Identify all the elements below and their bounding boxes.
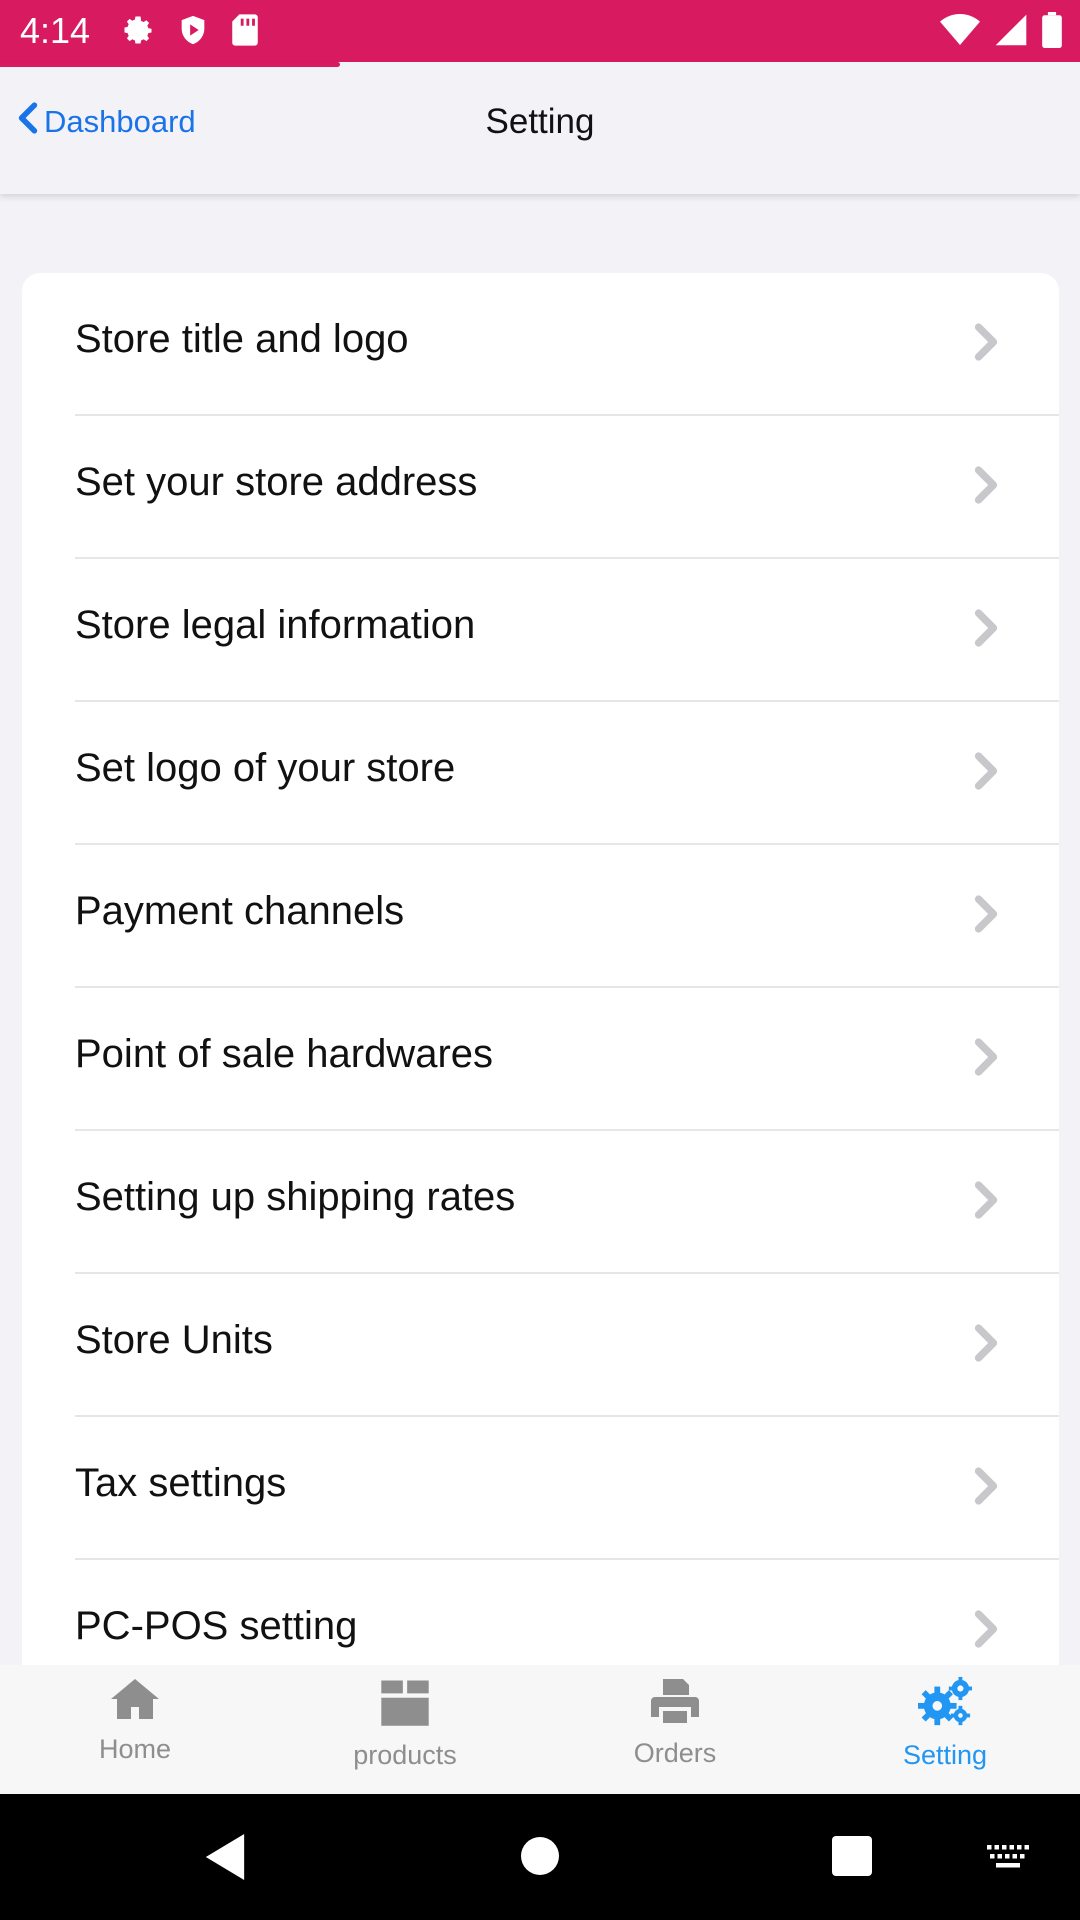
nav-header: Dashboard Setting — [0, 62, 1080, 194]
settings-item-label: Set logo of your store — [75, 746, 456, 790]
chevron-right-icon — [973, 1322, 999, 1369]
settings-icon — [120, 12, 156, 53]
gears-icon — [916, 1675, 974, 1734]
settings-item-store-units[interactable]: Store Units — [22, 1274, 1059, 1417]
chevron-right-icon — [973, 1179, 999, 1226]
sd-card-icon — [230, 13, 260, 52]
tab-orders[interactable]: Orders — [540, 1665, 810, 1794]
tab-products[interactable]: products — [270, 1665, 540, 1794]
tab-label: Setting — [902, 1740, 988, 1770]
settings-item-legal-information[interactable]: Store legal information — [22, 559, 1059, 702]
settings-item-label: Store title and logo — [75, 317, 409, 361]
chevron-right-icon — [973, 893, 999, 940]
tab-label: products — [353, 1740, 457, 1770]
back-triangle-icon[interactable] — [205, 1834, 245, 1885]
settings-item-pos-hardwares[interactable]: Point of sale hardwares — [22, 988, 1059, 1131]
battery-icon — [1042, 12, 1062, 53]
settings-item-pc-pos-setting[interactable]: PC-POS setting — [22, 1560, 1059, 1665]
settings-item-label: PC-POS setting — [75, 1604, 358, 1648]
settings-list: Store title and logo Set your store addr… — [22, 273, 1059, 1665]
settings-item-shipping-rates[interactable]: Setting up shipping rates — [22, 1131, 1059, 1274]
settings-item-payment-channels[interactable]: Payment channels — [22, 845, 1059, 988]
settings-item-store-address[interactable]: Set your store address — [22, 416, 1059, 559]
loading-progress-line — [0, 62, 340, 67]
tab-label: Orders — [633, 1738, 717, 1768]
box-icon — [377, 1675, 433, 1734]
settings-item-store-logo[interactable]: Set logo of your store — [22, 702, 1059, 845]
settings-item-label: Payment channels — [75, 889, 405, 933]
chevron-right-icon — [973, 1465, 999, 1512]
settings-item-tax-settings[interactable]: Tax settings — [22, 1417, 1059, 1560]
chevron-right-icon — [973, 607, 999, 654]
home-icon — [109, 1675, 161, 1728]
settings-item-label: Tax settings — [75, 1461, 287, 1505]
settings-item-label: Store Units — [75, 1318, 273, 1362]
settings-item-label: Point of sale hardwares — [75, 1032, 494, 1076]
status-time: 4:14 — [20, 10, 91, 51]
cellular-signal-icon — [994, 13, 1028, 52]
recents-square-icon[interactable] — [832, 1836, 872, 1881]
chevron-right-icon — [973, 750, 999, 797]
chevron-right-icon — [973, 1608, 999, 1655]
chevron-right-icon — [973, 321, 999, 368]
settings-item-label: Setting up shipping rates — [75, 1175, 516, 1219]
wifi-icon — [940, 13, 980, 52]
settings-item-label: Set your store address — [75, 460, 478, 504]
system-navigation-bar — [0, 1794, 1080, 1920]
chevron-right-icon — [973, 1036, 999, 1083]
shield-play-icon — [176, 12, 210, 53]
tab-label: Home — [98, 1734, 172, 1764]
settings-item-label: Store legal information — [75, 603, 476, 647]
settings-item-store-title-logo[interactable]: Store title and logo — [22, 273, 1059, 416]
status-bar: 4:14 — [0, 0, 1080, 62]
page-title: Setting — [485, 102, 595, 141]
chevron-right-icon — [973, 464, 999, 511]
tab-setting[interactable]: Setting — [810, 1665, 1080, 1794]
bottom-tab-bar: Home products Orders Setting — [0, 1665, 1080, 1794]
keyboard-icon[interactable] — [987, 1844, 1029, 1875]
tab-home[interactable]: Home — [0, 1665, 270, 1794]
printer-icon — [649, 1675, 701, 1732]
home-circle-icon[interactable] — [520, 1836, 560, 1881]
